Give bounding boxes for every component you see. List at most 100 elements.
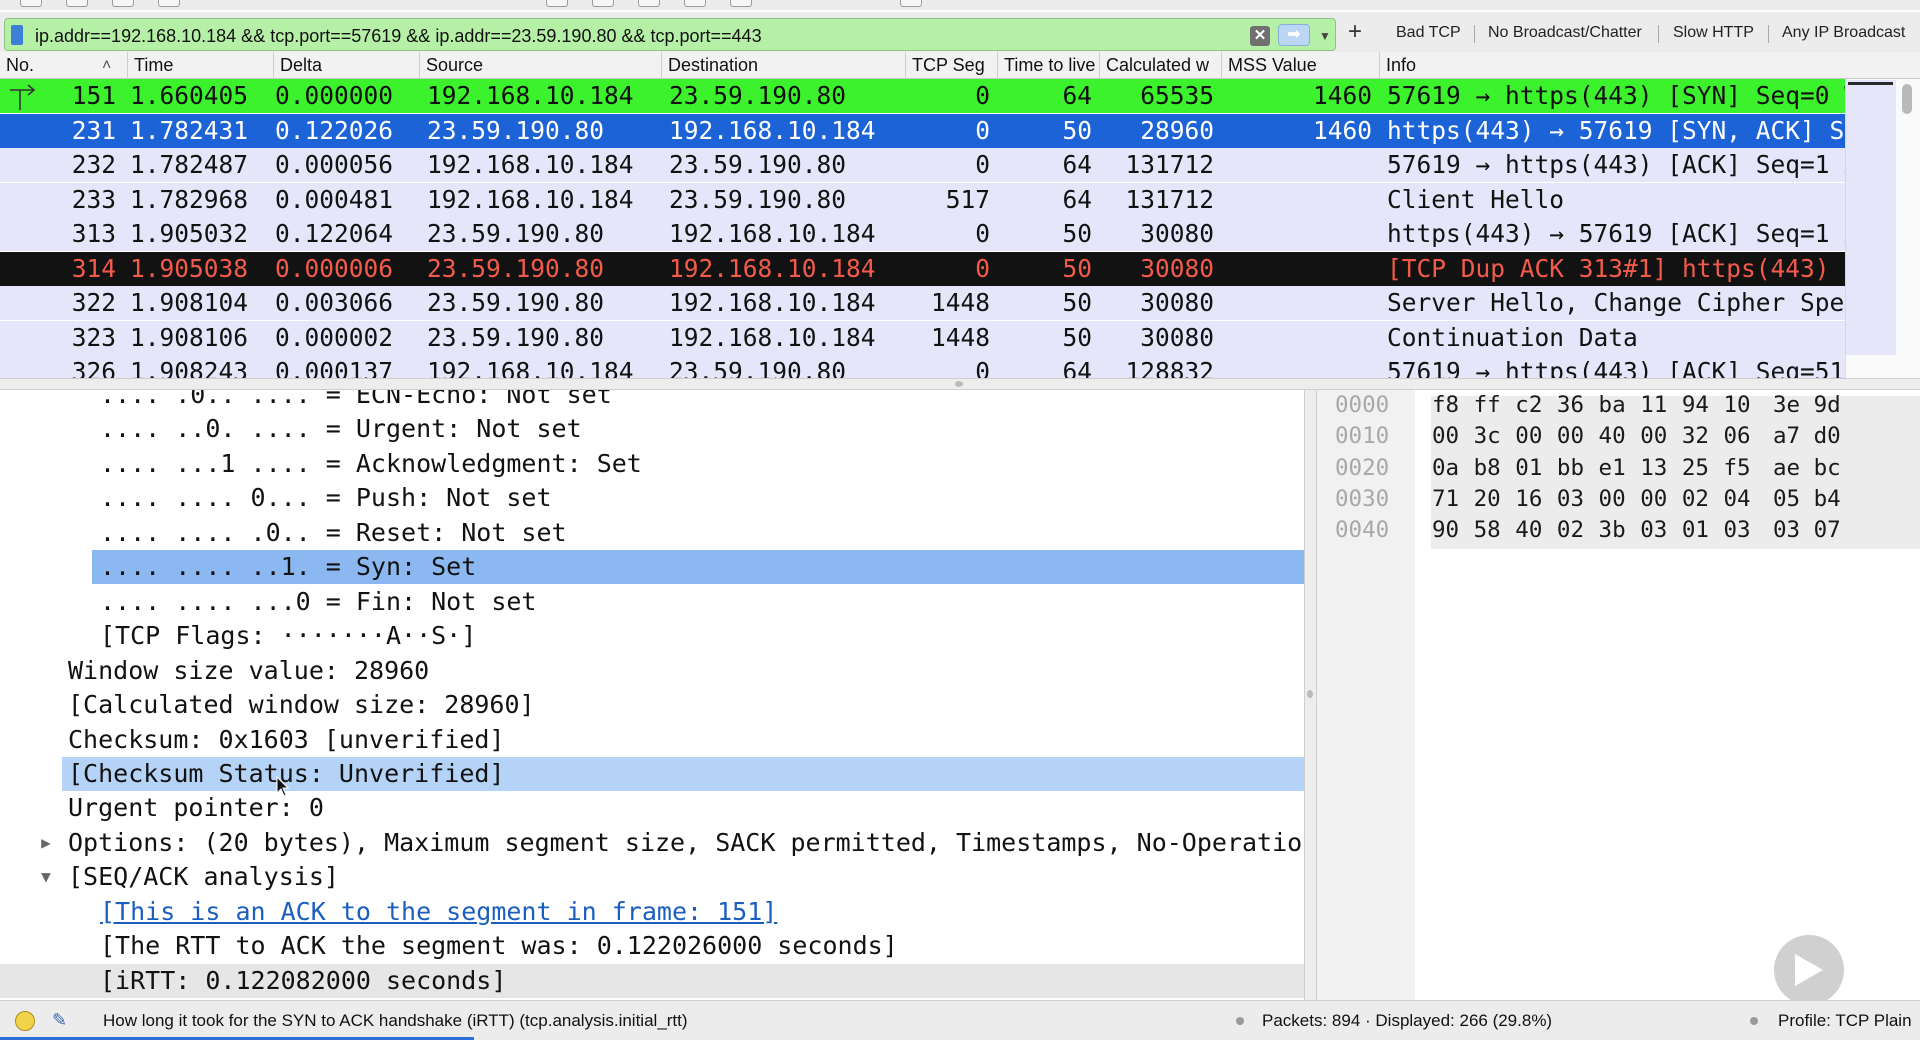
- packet-cell-src: 23.59.190.80: [427, 219, 605, 248]
- capture-comment-icon[interactable]: ✎: [52, 1009, 72, 1031]
- packet-row[interactable]: 151 1.660405 0.000000 192.168.10.184 23.59.1…: [0, 79, 1845, 113]
- detail-tree-item[interactable]: ▼ [SEQ/ACK analysis]: [0, 860, 1304, 894]
- bytes-row[interactable]: 0040 90 58 40 02 3b 03 01 03 03 07: [1317, 515, 1920, 546]
- minimap-position-mark: [1848, 82, 1893, 85]
- detail-tree-item[interactable]: .... ..0. .... = Urgent: Not set: [0, 412, 1304, 446]
- detail-tree-item[interactable]: .... .... ...0 = Fin: Not set: [0, 585, 1304, 619]
- bytes-row[interactable]: 0030 71 20 16 03 00 00 02 04 05 b4: [1317, 484, 1920, 515]
- packet-details-pane: .... .0.. .... = ECN-Echo: Not set .... .…: [0, 390, 1305, 1000]
- detail-tree-item[interactable]: .... .0.. .... = ECN-Echo: Not set: [0, 390, 1304, 412]
- packet-row[interactable]: 232 1.782487 0.000056 192.168.10.184 23.59.1…: [0, 148, 1845, 182]
- detail-tree-item[interactable]: [TCP Flags: ·······A··S·]: [0, 619, 1304, 653]
- detail-tree-item[interactable]: Checksum: 0x1603 [unverified]: [0, 723, 1304, 757]
- packet-row[interactable]: 313 1.905032 0.122064 23.59.190.80 192.168.1…: [0, 217, 1845, 251]
- detail-frame-link[interactable]: [This is an ACK to the segment in frame:…: [100, 895, 777, 929]
- expert-info-icon[interactable]: [15, 1011, 35, 1031]
- bytes-row[interactable]: 0010 00 3c 00 00 40 00 32 06 a7 d0: [1317, 421, 1920, 452]
- splitter-grip-icon[interactable]: [1307, 690, 1313, 698]
- bytes-row[interactable]: 0000 f8 ff c2 36 ba 11 94 10 3e 9d: [1317, 390, 1920, 421]
- bytes-row[interactable]: 0020 0a b8 01 bb e1 13 25 f5 ae bc: [1317, 453, 1920, 484]
- packet-cell-delta: 0.000006: [275, 253, 394, 283]
- bytes-hex-second-half: 05 b4: [1773, 485, 1841, 512]
- expanded-triangle-icon[interactable]: ▼: [36, 860, 56, 894]
- packet-minimap[interactable]: [1845, 80, 1896, 355]
- toolbar-save-icon[interactable]: [66, 0, 88, 7]
- filter-expression[interactable]: ip.addr==192.168.10.184 && tcp.port==576…: [35, 26, 762, 47]
- packet-cell-win: 28960: [1140, 115, 1214, 145]
- column-header-source[interactable]: Source: [420, 52, 662, 79]
- toolbar-first-icon[interactable]: [730, 0, 752, 7]
- horizontal-splitter[interactable]: [0, 378, 1920, 390]
- packet-list-scroll-thumb[interactable]: [1902, 84, 1912, 114]
- column-header-delta[interactable]: Delta: [274, 52, 420, 79]
- packet-cell-seg: 0: [975, 219, 990, 248]
- status-packet-count: Packets: 894 · Displayed: 266 (29.8%): [1262, 1011, 1553, 1030]
- packet-cell-dst: 23.59.190.80: [669, 150, 847, 179]
- collapsed-triangle-icon[interactable]: ▶: [36, 826, 56, 860]
- packet-cell-ttl: 64: [1062, 357, 1092, 378]
- detail-tree-item[interactable]: .... .... 0... = Push: Not set: [0, 481, 1304, 515]
- filter-bookmark-icon[interactable]: [11, 25, 23, 45]
- detail-tree-item[interactable]: [iRTT: 0.122082000 seconds]: [0, 963, 1304, 998]
- toolbar-back-icon[interactable]: [592, 0, 614, 7]
- packet-cell-info: 57619 → https(443) [ACK] Seq=518 Ack=289…: [1387, 357, 1845, 378]
- detail-tree-item[interactable]: .... .... .0.. = Reset: Not set: [0, 516, 1304, 550]
- packet-cell-ttl: 64: [1062, 184, 1092, 214]
- column-header-info[interactable]: Info: [1380, 52, 1840, 79]
- toolbar-reload-icon[interactable]: [158, 0, 180, 7]
- packet-cell-dst: 192.168.10.184: [669, 253, 876, 283]
- toolbar-file-open-icon[interactable]: [20, 0, 42, 7]
- filter-button-slow-http[interactable]: Slow HTTP: [1673, 24, 1754, 42]
- detail-tree-item[interactable]: [Calculated window size: 28960]: [0, 688, 1304, 722]
- detail-tree-item[interactable]: Urgent pointer: 0: [0, 791, 1304, 825]
- vertical-splitter[interactable]: [1305, 390, 1317, 1000]
- column-header-destination[interactable]: Destination: [662, 52, 906, 79]
- column-header-ttl[interactable]: Time to live: [998, 52, 1100, 79]
- status-separator-dot: [1750, 1017, 1758, 1025]
- packet-row[interactable]: 326 1.908243 0.000137 192.168.10.184 23.59.1…: [0, 355, 1845, 378]
- detail-tree-item[interactable]: ▶ Options: (20 bytes), Maximum segment si…: [0, 826, 1304, 860]
- sort-indicator-icon: ˄: [102, 57, 112, 74]
- packet-cell-no: 326: [71, 357, 116, 378]
- packet-list-header: No. ˄ Time Delta Source Destination TCP S…: [0, 52, 1920, 79]
- packet-row[interactable]: 322 1.908104 0.003066 23.59.190.80 192.168.1…: [0, 286, 1845, 320]
- packet-cell-seg: 1448: [930, 322, 990, 352]
- status-profile[interactable]: Profile: TCP Plain: [1778, 1011, 1912, 1031]
- packet-row[interactable]: 231 1.782431 0.122026 23.59.190.80 192.168.1…: [0, 113, 1845, 148]
- toolbar-close-icon[interactable]: [112, 0, 134, 7]
- column-header-calc-window[interactable]: Calculated w: [1100, 52, 1222, 79]
- detail-tree-item[interactable]: Window size value: 28960: [0, 654, 1304, 688]
- video-play-button[interactable]: [1774, 935, 1844, 1005]
- splitter-grip-icon[interactable]: [955, 381, 963, 387]
- detail-tree-item[interactable]: [Checksum Status: Unverified]: [62, 756, 1304, 791]
- detail-tree-item[interactable]: .... ...1 .... = Acknowledgment: Set: [0, 447, 1304, 481]
- packet-row[interactable]: 233 1.782968 0.000481 192.168.10.184 23.59.1…: [0, 182, 1845, 217]
- packet-cell-ttl: 50: [1062, 115, 1092, 145]
- display-filter-input[interactable]: ip.addr==192.168.10.184 && tcp.port==576…: [4, 18, 1336, 51]
- bytes-offset: 0020: [1335, 454, 1390, 481]
- filter-button-bad-tcp[interactable]: Bad TCP: [1396, 24, 1461, 42]
- chevron-down-icon[interactable]: ▼: [1317, 26, 1333, 46]
- packet-cell-delta: 0.003066: [275, 288, 394, 317]
- packet-row[interactable]: 314 1.905038 0.000006 23.59.190.80 192.168.1…: [0, 251, 1845, 286]
- toolbar-colorize-icon[interactable]: [900, 0, 922, 7]
- toolbar-goto-icon[interactable]: [684, 0, 706, 7]
- detail-tree-item[interactable]: [This is an ACK to the segment in frame:…: [0, 895, 1304, 929]
- clear-x-icon[interactable]: ✕: [1250, 26, 1270, 46]
- filter-button-no-broadcast[interactable]: No Broadcast/Chatter: [1488, 24, 1642, 42]
- column-header-tcp-seg[interactable]: TCP Seg: [906, 52, 998, 79]
- packet-cell-time: 1.782968: [130, 184, 249, 214]
- detail-tree-item[interactable]: ▶.... .... ..1. = Syn: Set: [92, 550, 1304, 585]
- status-separator-dot: [1236, 1017, 1244, 1025]
- toolbar-forward-icon[interactable]: [638, 0, 660, 7]
- packet-row[interactable]: 323 1.908106 0.000002 23.59.190.80 192.168.1…: [0, 320, 1845, 355]
- detail-tree-item[interactable]: [The RTT to ACK the segment was: 0.12202…: [0, 929, 1304, 963]
- arrow-right-icon[interactable]: ➡: [1278, 24, 1310, 46]
- play-icon[interactable]: [1795, 954, 1823, 986]
- toolbar-find-icon[interactable]: [546, 0, 568, 7]
- add-filter-button[interactable]: +: [1348, 20, 1362, 44]
- column-header-time[interactable]: Time: [128, 52, 274, 79]
- column-header-no[interactable]: No. ˄: [0, 52, 128, 79]
- column-header-mss[interactable]: MSS Value: [1222, 52, 1380, 79]
- filter-button-any-ip-broadcast[interactable]: Any IP Broadcast: [1782, 24, 1905, 42]
